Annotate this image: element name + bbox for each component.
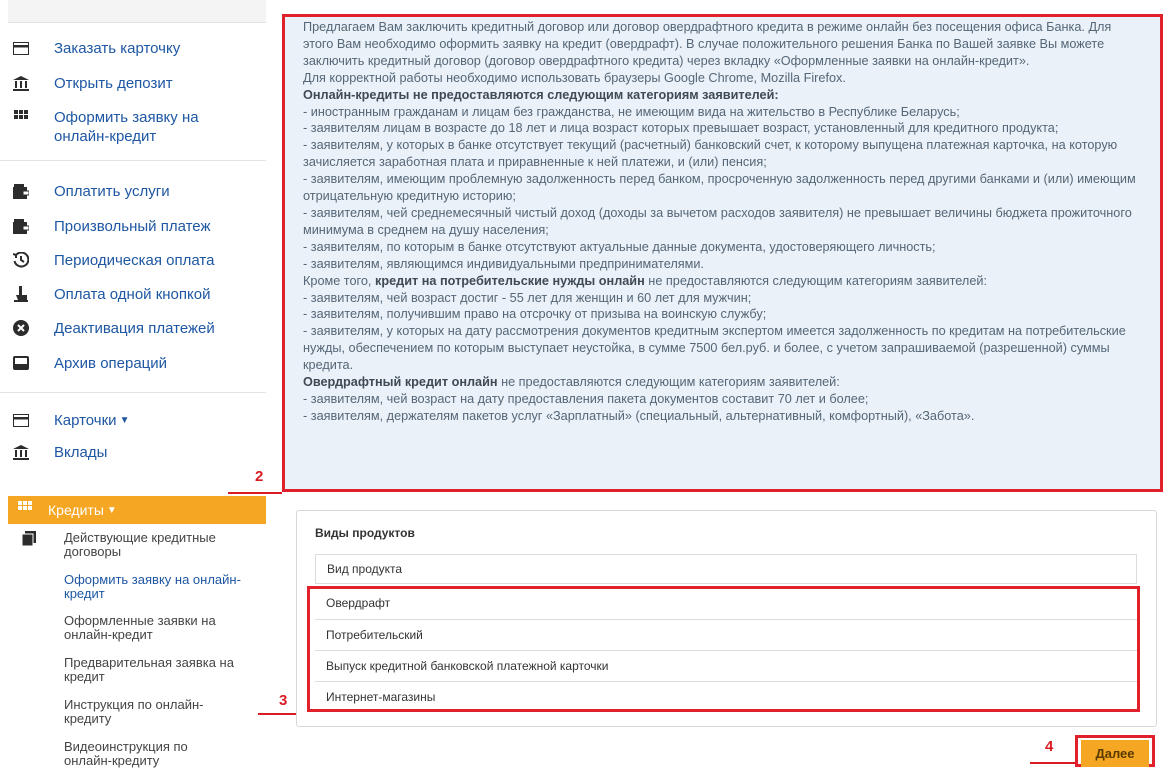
info-list-item: - заявителям, имеющим проблемную задолже…: [303, 172, 1136, 204]
sidebar-subitem-label: Оформленные заявки на онлайн-кредит: [64, 613, 216, 642]
info-list-item: - заявителям, по которым в банке отсутст…: [303, 239, 936, 254]
history-icon: [12, 251, 30, 269]
sidebar-item-operations-archive[interactable]: Архив операций: [0, 354, 266, 373]
info-list-item: - заявителям, являющимся индивидуальными…: [303, 256, 704, 271]
sidebar-item-label: Периодическая оплата: [54, 252, 215, 269]
documents-icon: [21, 531, 40, 559]
products-table-header: Вид продукта: [315, 554, 1137, 584]
sidebar-item-arbitrary-payment[interactable]: Произвольный платеж: [0, 217, 266, 236]
annotation-marker-2: 2: [255, 468, 264, 485]
grid-icon: [18, 501, 32, 519]
annotation-highlight-products: [307, 586, 1140, 712]
close-circle-icon: [12, 319, 30, 337]
sidebar-item-label: Архив операций: [54, 355, 168, 372]
sidebar-divider: [0, 392, 266, 393]
sidebar-subitem-apply-credit[interactable]: Оформить заявку на онлайн-кредит: [0, 573, 266, 601]
sidebar-item-deactivate-payments[interactable]: Деактивация платежей: [0, 319, 266, 338]
sidebar-divider: [0, 160, 266, 161]
caret-down-icon: ▼: [106, 504, 117, 516]
sidebar-subitem-instruction[interactable]: Инструкция по онлайн-кредиту: [0, 698, 266, 726]
next-button[interactable]: Далее: [1081, 740, 1149, 767]
sidebar-item-order-card[interactable]: Заказать карточку: [0, 39, 266, 58]
sidebar-item-label: Открыть депозит: [54, 75, 173, 92]
sidebar-item-label: Произвольный платеж: [54, 218, 211, 235]
hand-tap-icon: [12, 285, 30, 303]
info-text: не предоставляются следующим категориям …: [644, 273, 987, 288]
card-icon: [12, 39, 30, 57]
info-heading: Онлайн-кредиты не предоставляются следую…: [303, 87, 1144, 104]
info-text: Кроме того,: [303, 273, 375, 288]
blank-icon: [22, 614, 40, 642]
info-list-item: - заявителям, чей возраст на дату предос…: [303, 391, 869, 406]
sidebar-item-one-button-payment[interactable]: Оплата одной кнопкой: [0, 285, 266, 304]
info-paragraph: Для корректной работы необходимо использ…: [303, 70, 846, 85]
sidebar-subitem-label: Инструкция по онлайн-кредиту: [64, 697, 204, 726]
sidebar-item-label: Оформить заявку на онлайн-кредит: [54, 109, 199, 145]
sidebar: Заказать карточку Открыть депозит Оформи…: [0, 0, 266, 768]
card-icon: [12, 411, 30, 429]
sidebar-subitem-video-instruction[interactable]: Видеоинструкция по онлайн-кредиту: [0, 740, 266, 768]
sidebar-item-label: Карточки: [54, 412, 117, 429]
annotation-marker-3: 3: [279, 692, 288, 709]
sidebar-item-deposits[interactable]: Вклады: [0, 443, 266, 462]
info-bold-text: кредит на потребительские нужды онлайн: [375, 273, 645, 288]
info-bold-text: Овердрафтный кредит онлайн: [303, 375, 498, 390]
info-list-item: - заявителям, держателям пакетов услуг «…: [303, 408, 975, 423]
sidebar-item-label: Вклады: [54, 444, 108, 461]
blank-icon: [22, 656, 40, 684]
info-text: не предоставляются следующим категориям …: [497, 375, 840, 390]
sidebar-subitem-label: Видеоинструкция по онлайн-кредиту: [64, 739, 188, 768]
sidebar-item-periodic-payment[interactable]: Периодическая оплата: [0, 251, 266, 270]
products-panel-title: Виды продуктов: [315, 526, 415, 540]
wallet-icon: [12, 217, 30, 235]
info-list-item: - заявителям, у которых в банке отсутств…: [303, 138, 1118, 170]
info-list-item: - заявителям, у которых на дату рассмотр…: [303, 324, 1126, 373]
bank-icon: [12, 443, 30, 461]
sidebar-subitem-label: Оформить заявку на онлайн-кредит: [64, 572, 241, 601]
blank-icon: [22, 573, 40, 601]
grid-icon: [12, 108, 30, 126]
sidebar-item-label: Оплатить услуги: [54, 183, 170, 200]
info-heading-text: Онлайн-кредиты не предоставляются следую…: [303, 87, 779, 102]
blank-icon: [22, 740, 40, 768]
sidebar-item-label: Заказать карточку: [54, 40, 181, 57]
sidebar-subitem-submitted-applications[interactable]: Оформленные заявки на онлайн-кредит: [0, 614, 266, 642]
wallet-icon: [12, 182, 30, 200]
sidebar-subitem-label: Действующие кредитные договоры: [64, 530, 216, 559]
sidebar-item-credits[interactable]: Кредиты ▼: [8, 496, 266, 524]
info-paragraph: Овердрафтный кредит онлайн не предоставл…: [303, 374, 1144, 391]
sidebar-item-label: Кредиты: [48, 502, 104, 518]
sidebar-item-apply-credit[interactable]: Оформить заявку на онлайн-кредит: [0, 108, 266, 146]
archive-icon: [12, 354, 30, 372]
annotation-line: [1030, 762, 1076, 764]
info-paragraph: Предлагаем Вам заключить кредитный догов…: [303, 20, 1112, 68]
credit-info-notice: Предлагаем Вам заключить кредитный догов…: [282, 14, 1163, 492]
sidebar-subitem-active-contracts[interactable]: Действующие кредитные договоры: [0, 531, 266, 559]
sidebar-item-open-deposit[interactable]: Открыть депозит: [0, 74, 266, 93]
blank-icon: [22, 698, 40, 726]
annotation-line: [228, 492, 282, 494]
sidebar-subitem-label: Предварительная заявка на кредит: [64, 655, 234, 684]
info-list-item: - иностранным гражданам и лицам без граж…: [303, 104, 960, 119]
info-paragraph: Кроме того, кредит на потребительские ну…: [303, 273, 1144, 290]
info-list-item: - заявителям, чей среднемесячный чистый …: [303, 205, 1132, 237]
caret-down-icon: ▼: [119, 415, 130, 426]
info-list-item: - заявителям, чей возраст достиг - 55 ле…: [303, 290, 752, 305]
info-list-item: - заявителям, получившим право на отсроч…: [303, 307, 767, 322]
annotation-marker-4: 4: [1045, 738, 1054, 755]
info-list-item: - заявителям лицам в возрасте до 18 лет …: [303, 121, 1059, 136]
sidebar-item-label: Оплата одной кнопкой: [54, 286, 211, 303]
sidebar-top-strip: [8, 0, 266, 23]
bank-icon: [12, 74, 30, 92]
sidebar-item-cards[interactable]: Карточки ▼: [0, 411, 266, 430]
sidebar-item-label: Деактивация платежей: [54, 320, 215, 337]
sidebar-item-pay-services[interactable]: Оплатить услуги: [0, 182, 266, 201]
sidebar-subitem-preliminary-application[interactable]: Предварительная заявка на кредит: [0, 656, 266, 684]
